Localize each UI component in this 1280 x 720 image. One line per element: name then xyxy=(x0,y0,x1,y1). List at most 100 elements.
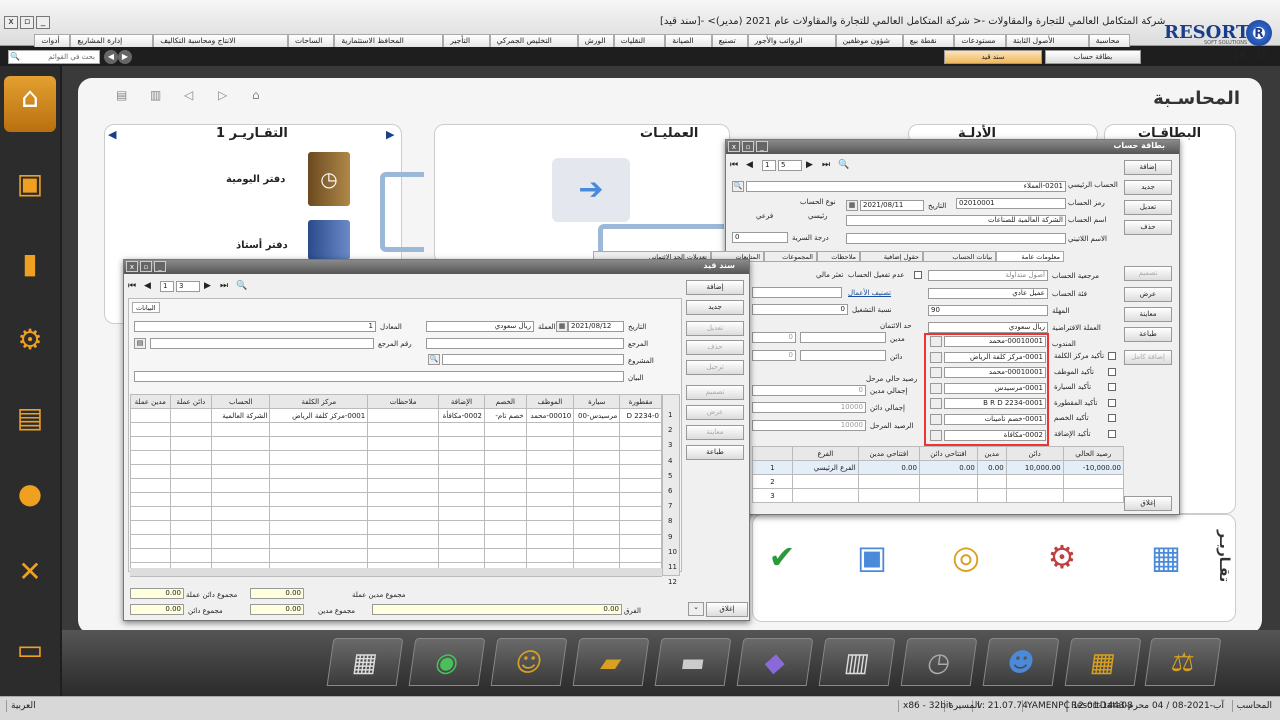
menu-tab-3[interactable]: نقطة بيع xyxy=(902,34,955,47)
user-icon[interactable]: ● xyxy=(8,472,52,516)
account-minimize-button[interactable]: _ xyxy=(756,141,768,152)
linked-field-5[interactable]: 0001-خصم تامينات xyxy=(944,414,1046,425)
wallet-icon[interactable]: ▣ xyxy=(8,162,52,206)
grid-cell[interactable] xyxy=(130,520,171,535)
grid-cell[interactable] xyxy=(525,520,575,535)
type-main-radio[interactable]: رئيسي xyxy=(808,212,828,220)
grid-cell[interactable] xyxy=(269,450,369,465)
account-last-record-icon[interactable]: ⏭ xyxy=(822,160,830,170)
grid-cell[interactable] xyxy=(483,436,527,451)
account-latin-field[interactable] xyxy=(846,233,1066,244)
business-class-link[interactable]: تصنيف الأعمال xyxy=(848,289,891,297)
grid-cell[interactable] xyxy=(169,450,213,465)
table-row[interactable] xyxy=(130,436,662,451)
table-row[interactable] xyxy=(130,548,662,563)
journal-expand-icon[interactable]: ⌄ xyxy=(688,602,704,616)
grid-cell[interactable] xyxy=(483,520,527,535)
main-account-search-icon[interactable]: 🔍 xyxy=(732,181,744,192)
grid-cell[interactable] xyxy=(211,450,271,465)
account-name-field[interactable]: الشركة العالمية للصناعات xyxy=(846,215,1066,226)
table-row[interactable]: 1 الفرع الرئيسي 0.00 0.00 0.00 10,000.00 10,00… xyxy=(752,460,1125,475)
linked-field-4[interactable]: B R D 2234-0001 xyxy=(944,398,1046,410)
table-row[interactable]: 3 xyxy=(752,488,1125,503)
operations-document-icon[interactable]: ➔ xyxy=(552,158,630,222)
menu-tab-2[interactable]: مستودعات xyxy=(954,34,1006,47)
linked-field-search-icon[interactable] xyxy=(930,382,942,394)
restore-window-button[interactable]: ▫ xyxy=(20,16,34,29)
grid-cell[interactable] xyxy=(619,492,662,507)
linked-field-2[interactable]: 00010001-محمد xyxy=(944,367,1046,379)
grid-cell[interactable] xyxy=(483,464,527,479)
account-close-button[interactable]: x xyxy=(728,141,740,152)
grid-cell[interactable] xyxy=(525,422,575,437)
account-ref-field[interactable]: أصول متداولة xyxy=(928,270,1048,281)
menu-tab-6[interactable]: تصنيع xyxy=(711,34,748,47)
account-btn-7[interactable]: طباعة xyxy=(1124,327,1172,342)
grid-cell[interactable] xyxy=(367,548,439,563)
grid-cell[interactable] xyxy=(130,450,171,465)
account-tab-0[interactable]: معلومات عامة xyxy=(996,251,1064,262)
grid-cell[interactable] xyxy=(619,450,662,465)
account-btn-2[interactable]: تعديل xyxy=(1124,200,1172,215)
grid-cell[interactable] xyxy=(169,464,213,479)
table-row[interactable] xyxy=(130,492,662,507)
confirm-add-checkbox[interactable] xyxy=(1108,430,1116,438)
dock-cubes-icon[interactable]: ◆ xyxy=(736,638,814,686)
account-btn-3[interactable]: حذف xyxy=(1124,220,1172,235)
journal-date-picker-icon[interactable]: ▦ xyxy=(556,321,568,332)
daybook-clock-icon[interactable]: ◷ xyxy=(308,152,350,206)
grid-cell[interactable]: مرسيدس-00 xyxy=(573,408,621,423)
operation-ratio-field[interactable]: 0 xyxy=(752,304,848,315)
dock-calendar-icon[interactable]: ▦ xyxy=(326,638,404,686)
grid-cell[interactable] xyxy=(525,548,575,563)
grid-cell[interactable]: الفرع الرئيسي xyxy=(792,460,859,475)
journal-btn-3[interactable]: حذف xyxy=(686,340,744,355)
grid-cell[interactable] xyxy=(130,436,171,451)
grid-cell[interactable] xyxy=(367,478,439,493)
journal-search-icon[interactable]: 🔍 xyxy=(236,281,247,291)
grid-cell[interactable] xyxy=(573,492,621,507)
linked-field-search-icon[interactable] xyxy=(930,336,942,347)
grid-cell[interactable] xyxy=(211,506,271,521)
menu-tab-16[interactable]: أدوات xyxy=(34,34,71,47)
journal-col-3[interactable]: مركز الكلفة xyxy=(269,394,369,409)
grid-cell[interactable] xyxy=(269,478,369,493)
dock-globe-icon[interactable]: ◉ xyxy=(408,638,486,686)
grid-cell[interactable] xyxy=(573,464,621,479)
table-row[interactable]: 2 xyxy=(752,474,1125,489)
grid-cell[interactable] xyxy=(525,534,575,549)
table-row[interactable] xyxy=(130,520,662,535)
account-tab-1[interactable]: بيانات الحساب xyxy=(923,251,996,262)
grid-cell[interactable] xyxy=(211,422,271,437)
menu-tab-14[interactable]: الانتاج ومحاسبة التكاليف xyxy=(153,34,288,47)
grid-cell[interactable] xyxy=(130,506,171,521)
grid-cell[interactable] xyxy=(573,422,621,437)
grid-cell[interactable] xyxy=(483,506,527,521)
menu-tab-4[interactable]: شؤون موظفين xyxy=(835,34,903,47)
confirm-emp-checkbox[interactable] xyxy=(1108,367,1116,376)
report-coins-icon[interactable]: ◎ xyxy=(940,538,992,588)
grid-cell[interactable] xyxy=(437,548,485,563)
grid-cell[interactable] xyxy=(573,506,621,521)
account-date-field[interactable]: 2021/08/11 xyxy=(860,200,924,211)
menu-tab-13[interactable]: الساحات xyxy=(288,34,335,47)
journal-date-field[interactable]: 2021/08/12 xyxy=(568,321,624,332)
dock-gauge-icon[interactable]: ◷ xyxy=(900,638,978,686)
grid-cell[interactable]: 0002-مكافأة xyxy=(437,408,485,423)
documents-icon[interactable]: ▤ xyxy=(8,396,52,440)
grid-cell[interactable] xyxy=(211,478,271,493)
confirm-cc-checkbox[interactable] xyxy=(1108,352,1116,360)
menu-tab-7[interactable]: الصيانة xyxy=(665,34,712,47)
grid-cell[interactable] xyxy=(619,520,662,535)
account-search-icon[interactable]: 🔍 xyxy=(838,160,849,170)
grid-cell[interactable] xyxy=(483,450,527,465)
grid-cell[interactable] xyxy=(367,520,439,535)
menu-tab-1[interactable]: الأصول الثابتة xyxy=(1006,34,1089,47)
grid-cell[interactable]: 0.00 xyxy=(976,460,1007,475)
grid-cell[interactable] xyxy=(483,492,527,507)
linked-field-1[interactable]: 0001-مركز كلفة الرياض xyxy=(944,351,1046,363)
journal-rate-field[interactable]: 1 xyxy=(134,321,376,332)
grid-cell[interactable] xyxy=(619,548,662,563)
grid-cell[interactable] xyxy=(169,534,213,549)
journal-close-action-button[interactable]: إغلاق xyxy=(706,602,748,617)
